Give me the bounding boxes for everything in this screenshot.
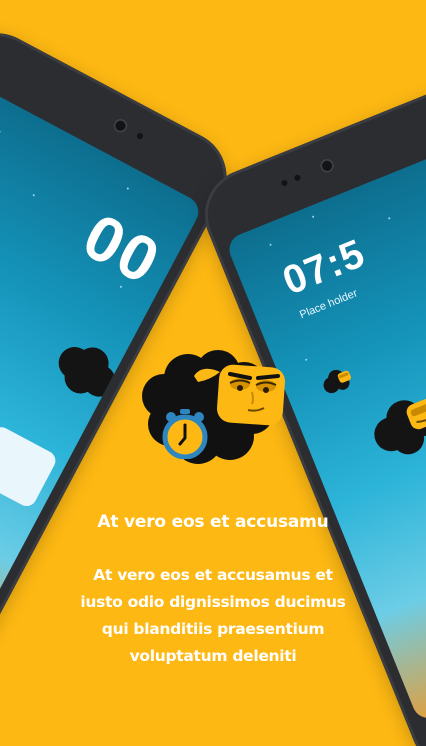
onboarding-screen: 00 07:5 Place holder At vero eos et accu… bbox=[0, 0, 426, 746]
sheep-icon bbox=[374, 395, 426, 455]
front-camera-icon bbox=[110, 116, 130, 136]
sensor-dot bbox=[293, 173, 302, 182]
notification-card bbox=[0, 423, 59, 510]
sensor-dot bbox=[135, 132, 144, 141]
onboarding-title: At vero eos et accusamu bbox=[97, 512, 329, 532]
onboarding-description: At vero eos et accusamus et iusto odio d… bbox=[80, 566, 346, 665]
sensor-dot bbox=[280, 179, 289, 187]
front-camera-icon bbox=[317, 156, 337, 175]
sheep-icon bbox=[323, 369, 351, 394]
sheep-icon bbox=[142, 350, 286, 464]
alarm-clock-icon bbox=[162, 409, 208, 459]
lockscreen-clock-left: 00 bbox=[72, 199, 173, 299]
sheep-icon bbox=[58, 347, 116, 397]
